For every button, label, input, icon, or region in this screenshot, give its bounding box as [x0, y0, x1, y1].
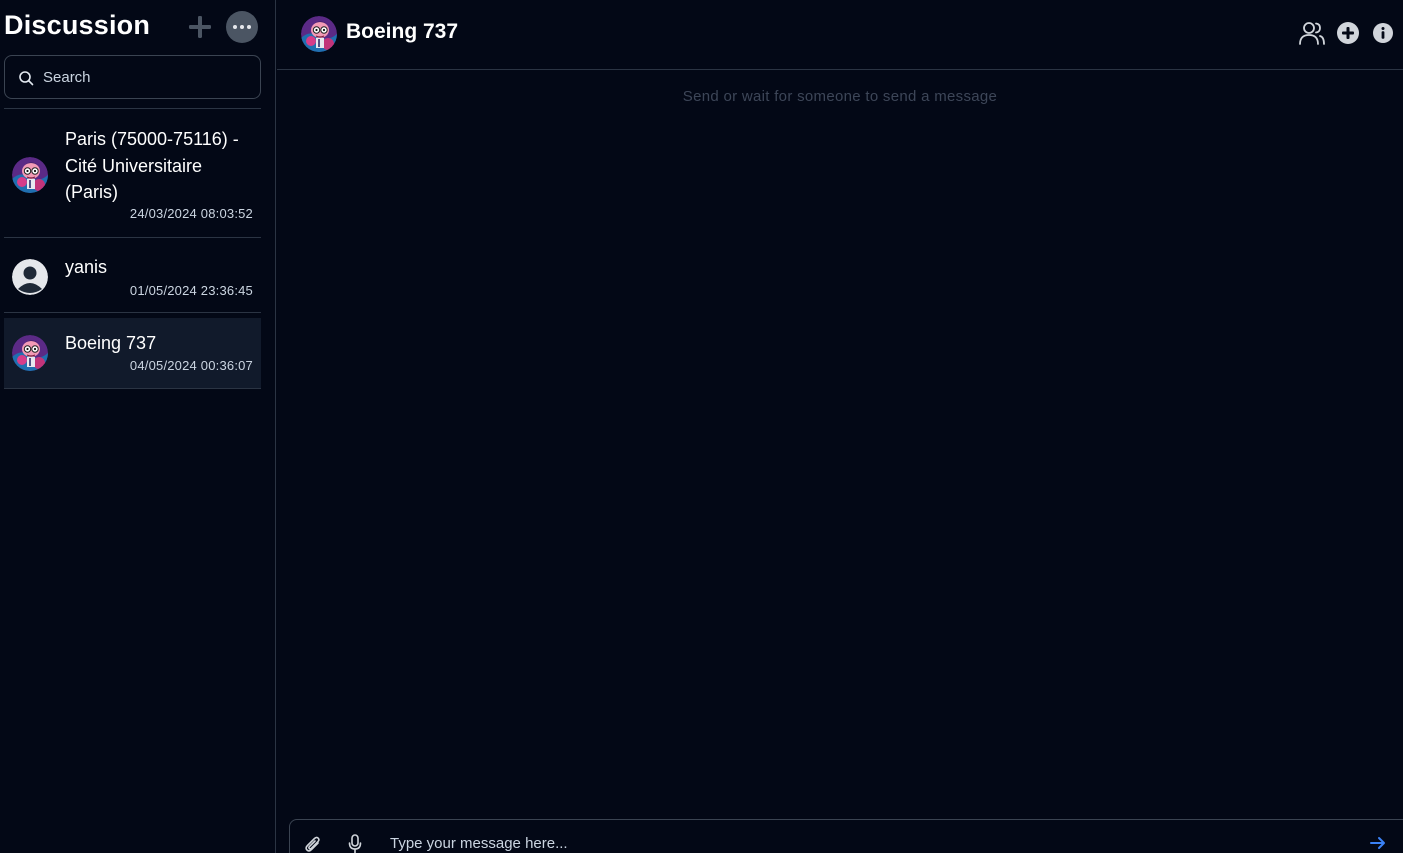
empty-chat-message: Send or wait for someone to send a messa…	[682, 88, 998, 105]
avatar	[301, 16, 337, 52]
search-icon	[19, 71, 34, 86]
chat-panel: Boeing 737 Send or wait for someone to s…	[277, 0, 1403, 853]
conversation-timestamp: 01/05/2024 23:36:45	[129, 283, 253, 298]
add-circle-icon[interactable]	[1336, 21, 1360, 45]
conversation-name: yanis	[65, 257, 108, 277]
ellipsis-icon	[233, 25, 251, 29]
message-composer	[289, 819, 1403, 853]
new-discussion-button[interactable]	[187, 14, 213, 40]
info-icon[interactable]	[1372, 22, 1394, 44]
paperclip-icon[interactable]	[304, 834, 322, 853]
avatar	[12, 157, 48, 193]
conversation-item[interactable]: Paris (75000-75116) - Cité Universitaire…	[4, 109, 261, 238]
conversation-name: Boeing 737	[65, 333, 157, 353]
conversation-name: Paris (75000-75116) - Cité Universitaire…	[65, 129, 239, 202]
microphone-icon[interactable]	[348, 834, 362, 853]
conversation-item[interactable]: yanis 01/05/2024 23:36:45	[4, 238, 261, 313]
user-avatar-icon	[12, 259, 48, 295]
avatar	[12, 335, 48, 371]
sidebar-title: Discussion	[4, 10, 151, 40]
conversation-sidebar: Discussion Search Paris (75000-75116) - …	[0, 0, 276, 853]
conversation-timestamp: 24/03/2024 08:03:52	[129, 206, 253, 221]
conversation-timestamp: 04/05/2024 00:36:07	[129, 358, 253, 373]
send-arrow-icon[interactable]	[1370, 836, 1386, 850]
search-input[interactable]	[43, 56, 253, 98]
plus-icon	[189, 16, 211, 38]
sidebar-header: Discussion	[4, 8, 260, 48]
chat-title: Boeing 737	[346, 20, 459, 43]
search-box	[4, 55, 261, 99]
message-input[interactable]	[390, 830, 1350, 853]
members-icon[interactable]	[1298, 20, 1326, 46]
app-window: Discussion Search Paris (75000-75116) - …	[0, 0, 1403, 853]
chat-header: Boeing 737	[277, 0, 1403, 70]
more-options-button[interactable]	[226, 11, 258, 43]
conversation-item-active[interactable]: Boeing 737 04/05/2024 00:36:07	[4, 318, 261, 389]
